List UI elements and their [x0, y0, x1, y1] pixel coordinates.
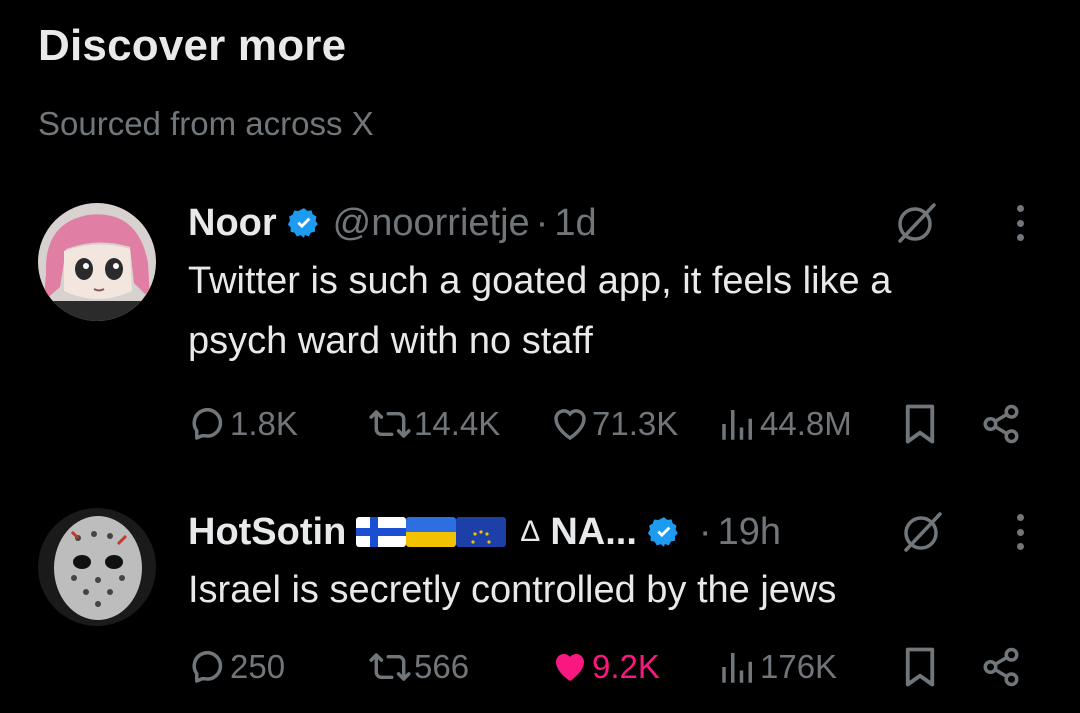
post-actions: 1.8K 14.4K 71.3K 44.8M — [0, 403, 1080, 453]
post-text-line: psych ward with no staff — [188, 320, 593, 362]
share-button[interactable] — [980, 403, 1022, 445]
bookmark-icon — [905, 404, 935, 444]
grok-icon[interactable] — [894, 201, 938, 245]
views-button[interactable]: 44.8M — [716, 403, 852, 445]
post-text-line: Twitter is such a goated app, it feels l… — [188, 260, 892, 302]
repost-icon — [369, 653, 411, 681]
reply-count: 1.8K — [230, 405, 298, 442]
more-options-icon[interactable] — [1014, 201, 1026, 245]
section-subtitle: Sourced from across X — [38, 105, 374, 142]
repost-button[interactable]: 566 — [366, 646, 469, 688]
post-content: HotSotin Δ NA... · 19h Israel is secretl… — [188, 504, 1040, 620]
timestamp[interactable]: 19h — [718, 504, 781, 560]
bookmark-button[interactable] — [902, 403, 938, 445]
display-name[interactable]: Noor — [188, 195, 277, 251]
share-icon — [983, 647, 1019, 687]
section-title: Discover more — [38, 21, 347, 70]
ukraine-flag-icon — [406, 517, 457, 547]
post-text-line: Israel is secretly controlled by the jew… — [188, 569, 837, 611]
avatar[interactable] — [38, 203, 156, 321]
repost-button[interactable]: 14.4K — [366, 403, 500, 445]
views-count: 176K — [760, 648, 838, 685]
post-actions: 250 566 9.2K 176K — [0, 646, 1080, 696]
bookmark-button[interactable] — [902, 646, 938, 688]
timestamp[interactable]: 1d — [554, 195, 596, 251]
reply-button[interactable]: 250 — [188, 646, 285, 688]
post-content: Noor @noorrietje · 1d Twitter is such a … — [188, 195, 1040, 371]
more-options-icon[interactable] — [1014, 510, 1026, 554]
display-name-suffix[interactable]: NA... — [550, 504, 637, 560]
reply-icon — [192, 651, 223, 683]
discover-header: Discover more Sourced from across X — [38, 18, 374, 144]
name-flags — [356, 517, 507, 547]
like-count: 9.2K — [592, 648, 660, 685]
avatar-image — [38, 508, 156, 626]
repost-icon — [369, 410, 411, 438]
avatar[interactable] — [38, 508, 156, 626]
post-text: Israel is secretly controlled by the jew… — [188, 560, 1040, 620]
avatar-image — [38, 203, 156, 321]
heart-icon — [554, 409, 586, 441]
views-button[interactable]: 176K — [716, 646, 837, 688]
views-icon — [722, 653, 752, 683]
reply-icon — [192, 408, 223, 440]
like-button[interactable]: 9.2K — [548, 646, 660, 688]
share-icon — [983, 404, 1019, 444]
separator-dot: · — [535, 202, 549, 244]
repost-count: 14.4K — [414, 405, 501, 442]
triangle-symbol: Δ — [520, 515, 541, 548]
bookmark-icon — [905, 647, 935, 687]
separator-dot: · — [698, 511, 712, 553]
like-count: 71.3K — [592, 405, 679, 442]
share-button[interactable] — [980, 646, 1022, 688]
eu-flag-icon — [456, 517, 507, 547]
views-count: 44.8M — [760, 405, 852, 442]
views-icon — [722, 410, 752, 440]
post-text: Twitter is such a goated app, it feels l… — [188, 251, 1040, 371]
user-handle[interactable]: @noorrietje — [333, 195, 530, 251]
finland-flag-icon — [356, 517, 407, 547]
like-button[interactable]: 71.3K — [548, 403, 678, 445]
grok-icon[interactable] — [900, 510, 944, 554]
heart-filled-icon — [556, 653, 584, 681]
display-name[interactable]: HotSotin — [188, 504, 346, 560]
repost-count: 566 — [414, 648, 470, 685]
reply-count: 250 — [230, 648, 286, 685]
reply-button[interactable]: 1.8K — [188, 403, 298, 445]
verified-badge-icon — [647, 517, 678, 547]
verified-badge-icon — [287, 208, 318, 238]
